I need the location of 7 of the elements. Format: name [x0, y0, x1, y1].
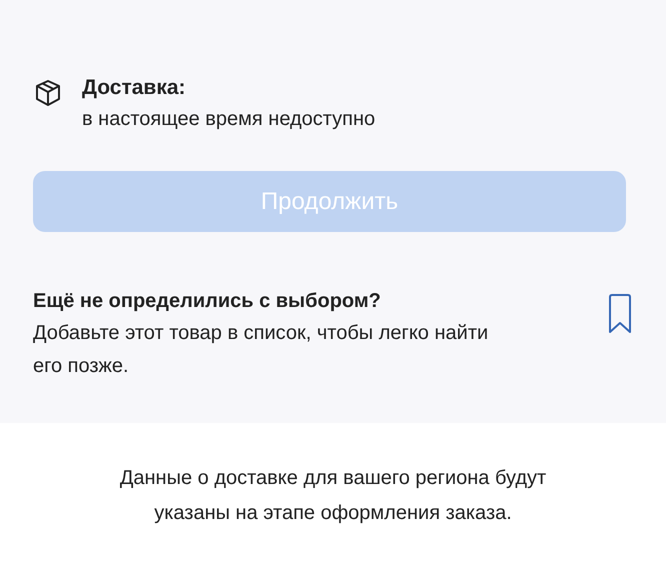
bookmark-icon[interactable] [607, 293, 633, 335]
wishlist-text: Добавьте этот товар в список, чтобы легко найти его позже. [33, 321, 490, 379]
wishlist-title: Ещё не определились с выбором? [33, 289, 382, 314]
delivery-status: в настоящее время недоступно [82, 108, 376, 131]
footer-note: Данные о доставке для вашего региона будут указаны на этапе оформления заказа. [118, 466, 548, 526]
delivery-title: Доставка: [82, 76, 187, 100]
box-icon [33, 78, 63, 108]
